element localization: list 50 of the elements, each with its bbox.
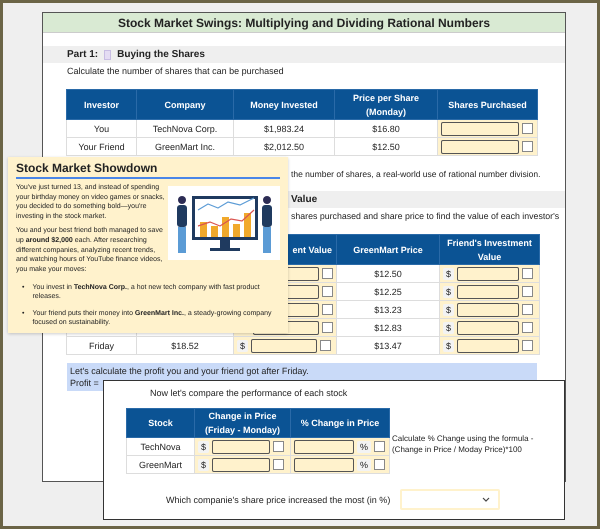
- column-header: Shares Purchased: [438, 90, 538, 120]
- table-cell: Your Friend: [66, 138, 136, 156]
- intro-text: Now let's compare the performance of each stock: [150, 386, 348, 400]
- table-cell: $18.52: [171, 340, 199, 350]
- table-cell: $2,012.50: [234, 138, 334, 156]
- table-cell: Friday: [88, 340, 114, 350]
- currency-label: $: [443, 322, 454, 334]
- currency-label: $: [443, 304, 454, 316]
- column-header: Company: [136, 90, 234, 120]
- part-label: Part 1:: [67, 49, 98, 60]
- table-cell: $12.50: [336, 264, 440, 282]
- note-text: the number of shares, a real-world use of rational number division.: [291, 168, 540, 180]
- column-header: Money Invested: [234, 90, 334, 120]
- formula-note: Calculate % Change using the formula - (Change in Price / Moday Price)*100: [392, 433, 534, 455]
- percent-label: %: [357, 458, 372, 470]
- banner-text: Profit =: [70, 377, 99, 389]
- table-cell: $12.83: [336, 318, 440, 336]
- table-cell: You: [66, 120, 136, 138]
- instruction-text: Calculate the number of shares that can be purchased: [67, 64, 284, 78]
- currency-label: $: [198, 440, 210, 452]
- column-header: GreenMart Price: [336, 234, 440, 264]
- page-title: Stock Market Swings: Multiplying and Dividing Rational Numbers: [43, 13, 565, 33]
- currency-label: $: [443, 286, 454, 298]
- table-cell: $12.50: [334, 138, 438, 156]
- table-cell: $1,983.24: [234, 120, 334, 138]
- part-heading: Value: [291, 194, 318, 205]
- currency-label: $: [198, 458, 210, 470]
- column-header: % Change in Price: [290, 408, 390, 438]
- instruction-text: shares purchased and share price to find the value of each investor's: [291, 210, 560, 223]
- column-header: Stock: [126, 408, 194, 438]
- banner-text: Let's calculate the profit you and your friend got after Friday.: [70, 365, 309, 377]
- table-cell: $16.80: [334, 120, 438, 138]
- currency-label: $: [443, 340, 454, 352]
- column-header: Price per Share (Monday): [334, 90, 438, 120]
- currency-label: $: [237, 340, 248, 352]
- percent-label: %: [357, 440, 372, 452]
- table-cell: TechNova: [126, 438, 194, 456]
- column-header: Friend's Investment Value: [440, 234, 540, 264]
- table-cell: $13.23: [336, 300, 440, 318]
- table-cell: GreenMart: [126, 456, 194, 474]
- column-header: Change in Price (Friday - Monday): [194, 408, 290, 438]
- part-heading: Buying the Shares: [117, 49, 205, 60]
- column-header: Investor: [66, 90, 136, 120]
- question-text: Which companie's share price increased the most (in %): [166, 494, 390, 504]
- currency-label: $: [443, 268, 454, 280]
- table-cell: GreenMart Inc.: [136, 138, 234, 156]
- table-cell: $12.25: [336, 282, 440, 300]
- table-cell: $13.47: [336, 336, 440, 354]
- card-title: Stock Market Showdown: [16, 161, 280, 179]
- table-cell: TechNova Corp.: [136, 120, 234, 138]
